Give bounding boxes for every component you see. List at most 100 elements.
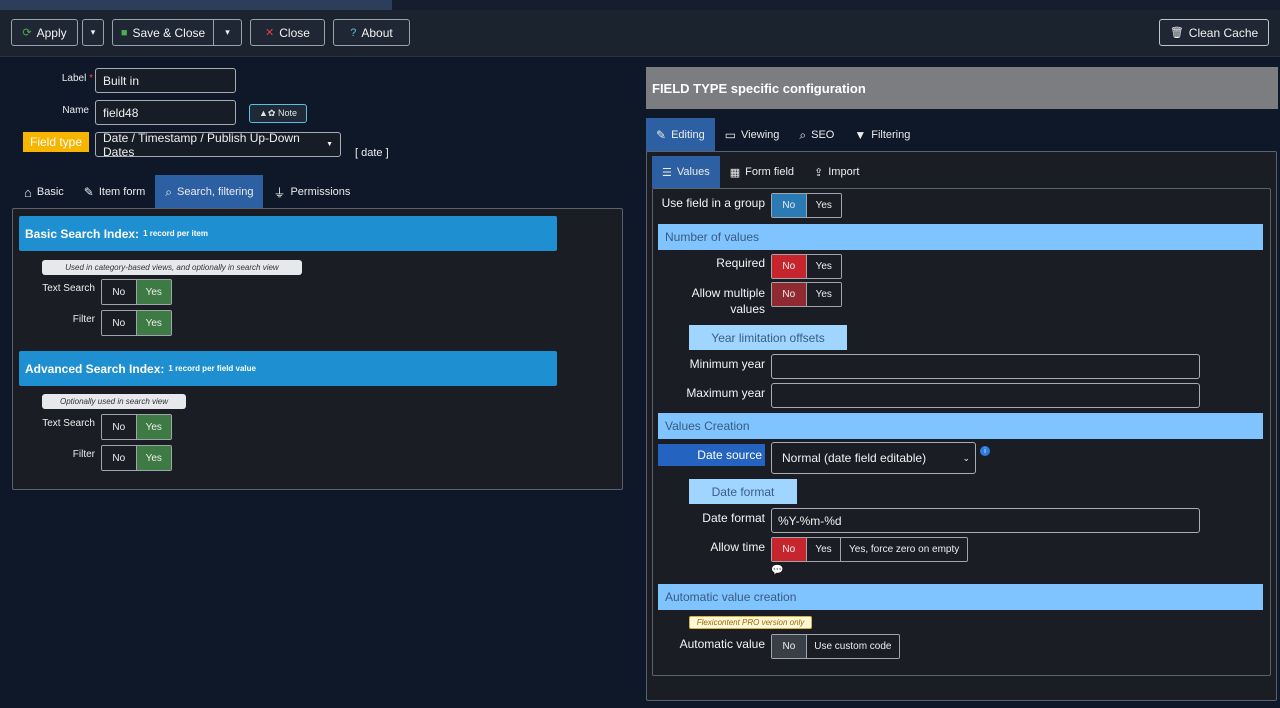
- advanced-filter-label: Filter: [72, 449, 95, 460]
- clean-cache-button[interactable]: 🗑 Clean Cache: [1159, 19, 1269, 46]
- tab-viewing[interactable]: ▭ Viewing: [715, 118, 790, 152]
- yes-option[interactable]: Yes: [806, 194, 841, 217]
- allow-multiple-toggle[interactable]: No Yes: [771, 282, 842, 307]
- apply-dropdown-button[interactable]: ▾: [82, 19, 104, 46]
- basic-filter-toggle[interactable]: No Yes: [101, 310, 172, 336]
- left-tabs: ⌂ Basic ✎ Item form ⌕ Search, filtering ⏚ Pe…: [14, 175, 360, 209]
- use-in-group-label: Use field in a group: [661, 196, 765, 210]
- tab-item-form[interactable]: ✎ Item form: [74, 175, 156, 209]
- about-button[interactable]: ? About: [333, 19, 410, 46]
- toolbar: ⟳ Apply ▾ ■ Save & Close ▾ ✕ Close ? About 🗑…: [0, 10, 1280, 57]
- monitor-icon: ▭: [724, 128, 737, 142]
- question-icon: ?: [350, 26, 357, 39]
- advanced-index-note: Optionally used in search view: [42, 394, 186, 409]
- trash-icon: 🗑: [1169, 27, 1184, 39]
- note-button[interactable]: ▲✿ Note: [249, 104, 307, 123]
- subtab-values[interactable]: ☰ Values: [652, 156, 720, 188]
- basic-filter-label: Filter: [72, 314, 95, 325]
- basic-text-search-toggle[interactable]: No Yes: [101, 279, 172, 305]
- yes-option[interactable]: Yes: [136, 280, 171, 304]
- yes-force-zero-option[interactable]: Yes, force zero on empty: [841, 538, 967, 561]
- use-in-group-toggle[interactable]: No Yes: [771, 193, 842, 218]
- number-of-values-bar: Number of values: [658, 224, 1263, 250]
- plug-icon: ⏚: [273, 185, 286, 200]
- save-close-button[interactable]: ■ Save & Close: [112, 19, 213, 46]
- apply-button[interactable]: ⟳ Apply: [11, 19, 78, 46]
- no-option[interactable]: No: [772, 255, 807, 278]
- editing-subtabs: ☰ Values ▦ Form field ⇪ Import: [652, 156, 869, 188]
- yes-option[interactable]: Yes: [136, 311, 171, 335]
- no-option[interactable]: No: [772, 283, 807, 306]
- yes-option[interactable]: Yes: [806, 283, 841, 306]
- field-type-tag: [ date ]: [355, 147, 389, 159]
- tab-filtering[interactable]: ▼ Filtering: [844, 118, 920, 152]
- allow-time-toggle[interactable]: No Yes Yes, force zero on empty: [771, 537, 968, 562]
- home-icon: ⌂: [24, 184, 32, 200]
- date-source-label: Date source: [658, 444, 765, 466]
- minimum-year-input[interactable]: [771, 354, 1200, 379]
- label-input[interactable]: Built in: [95, 68, 236, 93]
- save-close-dropdown-button[interactable]: ▾: [213, 19, 242, 46]
- advanced-text-search-toggle[interactable]: No Yes: [101, 414, 172, 440]
- top-strip: [0, 0, 1280, 10]
- field-type-select[interactable]: Date / Timestamp / Publish Up-Down Dates…: [95, 131, 341, 159]
- automatic-value-toggle[interactable]: No Use custom code: [771, 634, 900, 659]
- upload-icon: ⇪: [814, 166, 824, 179]
- edit-icon: ✎: [83, 185, 94, 199]
- yes-option[interactable]: Yes: [806, 538, 842, 561]
- tab-editing[interactable]: ✎ Editing: [646, 118, 715, 152]
- label-field-label: Label *: [61, 73, 93, 84]
- comment-icon[interactable]: 💬: [771, 565, 783, 576]
- info-icon[interactable]: i: [980, 446, 990, 456]
- chevron-down-icon: ⌄: [962, 452, 970, 463]
- caret-down-icon: ▾: [225, 27, 230, 37]
- close-button[interactable]: ✕ Close: [250, 19, 325, 46]
- no-option[interactable]: No: [102, 446, 137, 470]
- no-option[interactable]: No: [772, 538, 807, 561]
- search-icon: ⌕: [165, 184, 173, 199]
- yes-option[interactable]: Yes: [136, 415, 171, 439]
- date-source-select[interactable]: Normal (date field editable) ⌄: [771, 442, 976, 474]
- search-icon: ⌕: [799, 127, 807, 142]
- tab-permissions[interactable]: ⏚ Permissions: [263, 175, 360, 209]
- maximum-year-input[interactable]: [771, 383, 1200, 408]
- advanced-search-index-header: Advanced Search Index: 1 record per field…: [19, 351, 557, 386]
- custom-code-option[interactable]: Use custom code: [806, 635, 899, 658]
- yes-option[interactable]: Yes: [806, 255, 841, 278]
- field-type-config-header: FIELD TYPE specific configuration: [646, 67, 1278, 109]
- basic-search-index-header: Basic Search Index: 1 record per item: [19, 216, 557, 251]
- chevron-down-icon: ▼: [326, 141, 333, 148]
- automatic-value-label: Automatic value: [679, 637, 765, 651]
- no-option[interactable]: No: [102, 280, 137, 304]
- field-type-label: Field type: [23, 132, 89, 152]
- allow-multiple-label: Allow multiple values: [691, 286, 765, 316]
- search-filtering-panel: Basic Search Index: 1 record per item Use…: [12, 208, 623, 490]
- year-limitation-header: Year limitation offsets: [689, 325, 847, 350]
- caret-down-icon: ▾: [90, 27, 96, 37]
- no-option[interactable]: No: [772, 635, 807, 658]
- no-option[interactable]: No: [102, 415, 137, 439]
- yes-option[interactable]: Yes: [136, 446, 171, 470]
- values-creation-bar: Values Creation: [658, 413, 1263, 439]
- database-icon: ☰: [662, 166, 672, 179]
- maximum-year-label: Maximum year: [686, 386, 765, 400]
- required-toggle[interactable]: No Yes: [771, 254, 842, 279]
- calendar-icon: ▦: [729, 166, 741, 179]
- advanced-text-search-label: Text Search: [42, 418, 95, 429]
- date-format-input[interactable]: %Y-%m-%d: [771, 508, 1200, 533]
- date-format-label: Date format: [702, 511, 765, 525]
- name-input[interactable]: field48: [95, 100, 236, 125]
- advanced-filter-toggle[interactable]: No Yes: [101, 445, 172, 471]
- save-icon: ■: [120, 26, 128, 39]
- filter-icon: ▼: [854, 128, 867, 142]
- automatic-value-creation-bar: Automatic value creation: [658, 584, 1263, 610]
- subtab-form-field[interactable]: ▦ Form field: [720, 156, 804, 188]
- tab-basic[interactable]: ⌂ Basic: [14, 175, 74, 209]
- no-option[interactable]: No: [772, 194, 807, 217]
- tab-search-filtering[interactable]: ⌕ Search, filtering: [155, 175, 264, 209]
- no-option[interactable]: No: [102, 311, 137, 335]
- subtab-import[interactable]: ⇪ Import: [804, 156, 869, 188]
- minimum-year-label: Minimum year: [689, 357, 765, 371]
- tab-seo[interactable]: ⌕ SEO: [789, 118, 844, 152]
- basic-text-search-label: Text Search: [42, 283, 95, 294]
